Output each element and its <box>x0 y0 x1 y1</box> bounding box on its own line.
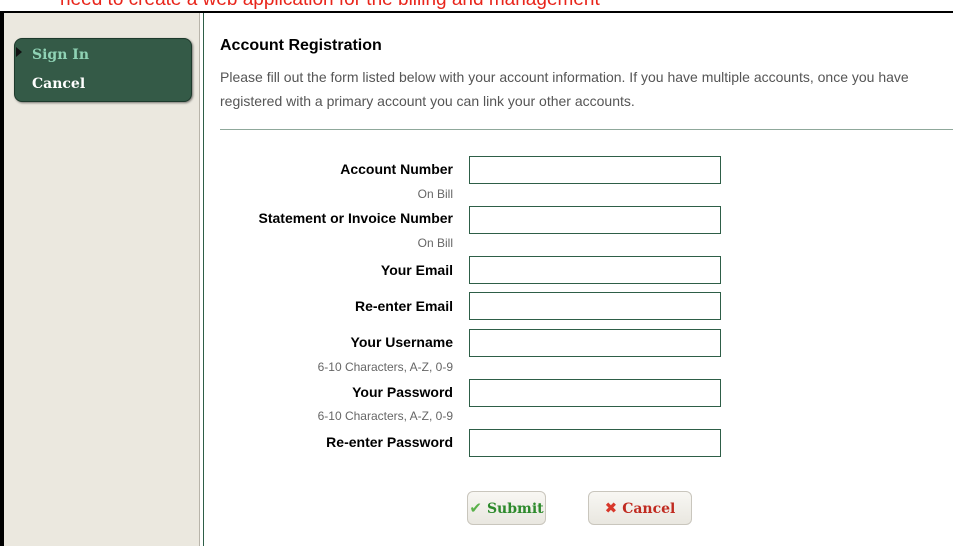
confirm-email-field[interactable] <box>469 292 721 320</box>
account-number-field[interactable] <box>469 156 721 184</box>
submit-button[interactable]: ✔ Submit <box>467 491 546 525</box>
active-arrow-icon <box>16 47 22 57</box>
password-hint: 6-10 Characters, A-Z, 0-9 <box>317 409 453 423</box>
panel-divider <box>199 13 200 546</box>
submit-button-label: Submit <box>486 501 544 517</box>
sidebar-menu: Sign In Cancel <box>14 38 192 102</box>
top-annotation: need to create a web application for the… <box>0 0 953 11</box>
cancel-button-label: Cancel <box>622 501 676 517</box>
invoice-number-label: Statement or Invoice Number <box>258 210 454 226</box>
cancel-button[interactable]: ✖ Cancel <box>588 491 692 525</box>
checkmark-icon: ✔ <box>469 499 482 517</box>
email-label: Your Email <box>380 262 453 278</box>
invoice-number-field[interactable] <box>469 206 721 234</box>
username-label: Your Username <box>350 334 453 350</box>
sidebar-item-cancel[interactable]: Cancel <box>32 76 85 92</box>
registration-content: Account Registration Please fill out the… <box>204 13 953 546</box>
confirm-password-field[interactable] <box>469 429 721 457</box>
password-field[interactable] <box>469 379 721 407</box>
email-field[interactable] <box>469 256 721 284</box>
page-title: Account Registration <box>220 37 382 54</box>
divider <box>220 129 953 130</box>
username-field[interactable] <box>469 329 721 357</box>
account-number-hint: On Bill <box>417 187 453 201</box>
invoice-number-hint: On Bill <box>417 236 453 250</box>
intro-text: Please fill out the form listed below wi… <box>220 69 909 109</box>
confirm-email-label: Re-enter Email <box>354 298 453 314</box>
annotation-text: need to create a web application for the… <box>60 0 600 11</box>
confirm-password-label: Re-enter Password <box>326 434 453 450</box>
username-hint: 6-10 Characters, A-Z, 0-9 <box>317 360 453 374</box>
x-icon: ✖ <box>604 499 618 517</box>
password-label: Your Password <box>352 384 453 400</box>
account-number-label: Account Number <box>340 161 453 177</box>
sidebar: Sign In Cancel <box>4 13 199 546</box>
sidebar-item-sign-in[interactable]: Sign In <box>32 47 89 63</box>
